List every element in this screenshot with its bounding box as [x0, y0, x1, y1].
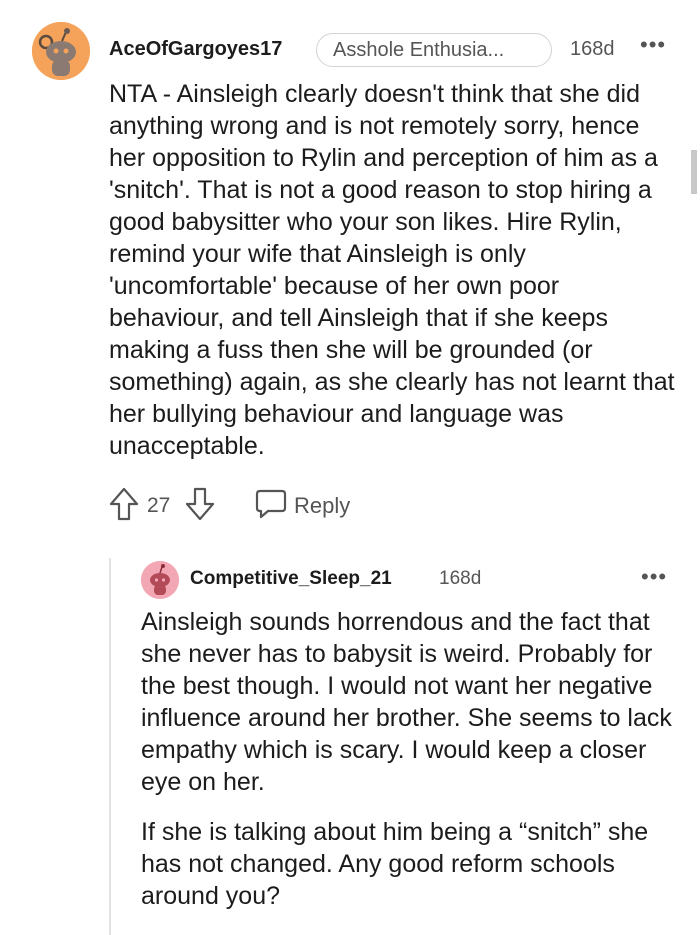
thread-line[interactable] — [109, 558, 111, 935]
comment-actions: 27 Reply — [108, 486, 408, 526]
user-flair: Asshole Enthusia... — [316, 33, 552, 67]
reply-avatar[interactable] — [141, 561, 179, 599]
timestamp: 168d — [570, 38, 615, 60]
vote-count: 27 — [147, 494, 171, 517]
comment-body: NTA - Ainsleigh clearly doesn't think th… — [109, 80, 675, 460]
snoo-avatar-icon — [32, 22, 90, 80]
reply-button[interactable]: Reply — [254, 486, 364, 522]
snoo-avatar-icon — [141, 561, 179, 599]
upvote-icon[interactable] — [108, 486, 140, 522]
reply-header: Competitive_Sleep_21 168d ••• — [141, 561, 681, 599]
username[interactable]: AceOfGargoyes17 — [109, 38, 282, 61]
reply-paragraph: Ainsleigh sounds horrendous and the fact… — [141, 608, 672, 796]
scrollbar[interactable] — [691, 150, 697, 194]
reply-paragraph: If she is talking about him being a “sni… — [141, 818, 649, 910]
reply-timestamp: 168d — [439, 568, 482, 589]
more-options-icon[interactable]: ••• — [641, 564, 667, 590]
avatar[interactable] — [32, 22, 90, 80]
comment-header: AceOfGargoyes17 Asshole Enthusia... 168d… — [32, 22, 672, 80]
downvote-icon[interactable] — [184, 486, 216, 522]
reply-body: Ainsleigh sounds horrendous and the fact… — [141, 606, 681, 912]
more-options-icon[interactable]: ••• — [640, 32, 666, 58]
reply-username[interactable]: Competitive_Sleep_21 — [190, 568, 392, 590]
speech-bubble-icon — [255, 489, 287, 519]
reply-label: Reply — [294, 493, 351, 518]
